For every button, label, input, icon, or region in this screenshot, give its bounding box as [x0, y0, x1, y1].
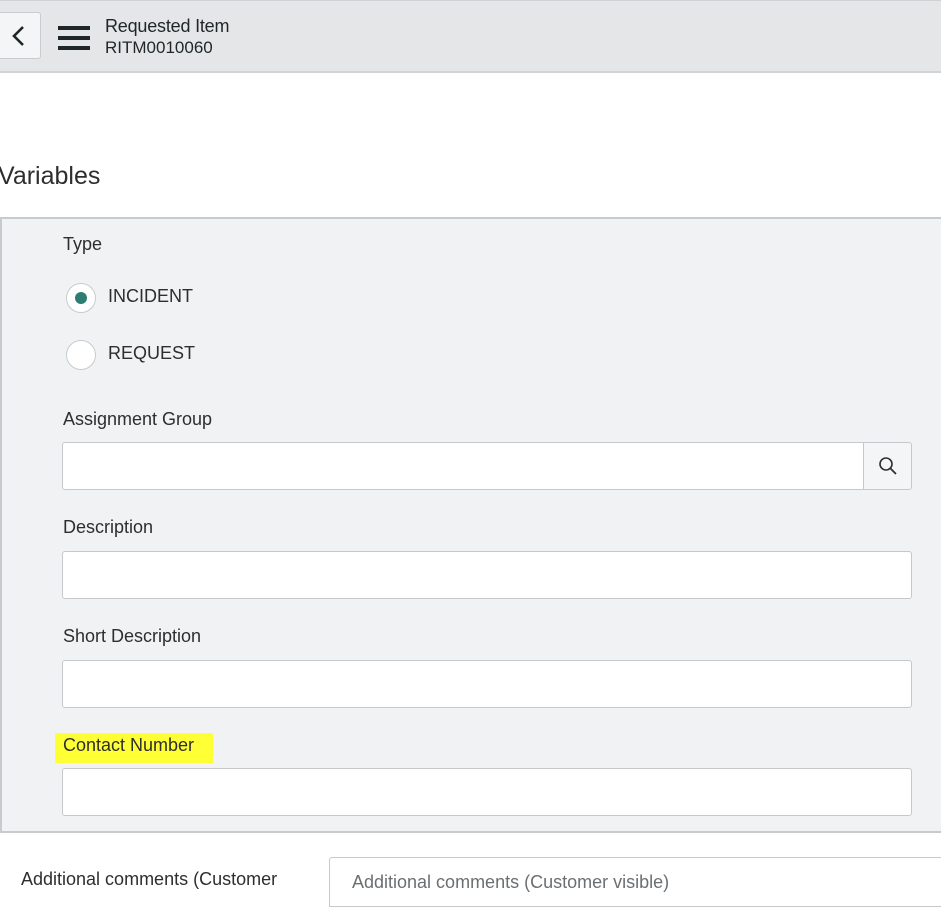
short-description-label: Short Description: [63, 626, 202, 646]
assignment-group-label: Assignment Group: [63, 409, 213, 429]
description-input[interactable]: [62, 551, 912, 599]
record-number: RITM0010060: [105, 38, 213, 57]
back-button[interactable]: [0, 12, 41, 59]
additional-comments-label: Additional comments (Customer: [21, 869, 278, 889]
search-icon: [878, 457, 897, 475]
radio-request-label[interactable]: REQUEST: [108, 343, 195, 364]
additional-comments-input[interactable]: [329, 857, 941, 907]
contact-number-label: Contact Number: [63, 735, 195, 755]
radio-request[interactable]: [66, 340, 96, 370]
assignment-group-input[interactable]: [62, 442, 864, 490]
hamburger-menu-icon: [58, 26, 90, 50]
menu-button[interactable]: [58, 25, 90, 51]
assignment-group-lookup-button[interactable]: [863, 442, 912, 490]
header-bar: Requested Item RITM0010060: [0, 0, 941, 73]
radio-incident[interactable]: [66, 283, 96, 313]
radio-incident-label[interactable]: INCIDENT: [108, 286, 193, 307]
record-type-title: Requested Item: [105, 16, 230, 36]
type-label: Type: [63, 234, 103, 254]
section-title: Variables: [0, 162, 101, 190]
contact-number-input[interactable]: [62, 768, 912, 816]
chevron-left-icon: [11, 25, 24, 46]
description-label: Description: [63, 517, 154, 537]
short-description-input[interactable]: [62, 660, 912, 708]
radio-selected-dot: [75, 292, 87, 304]
